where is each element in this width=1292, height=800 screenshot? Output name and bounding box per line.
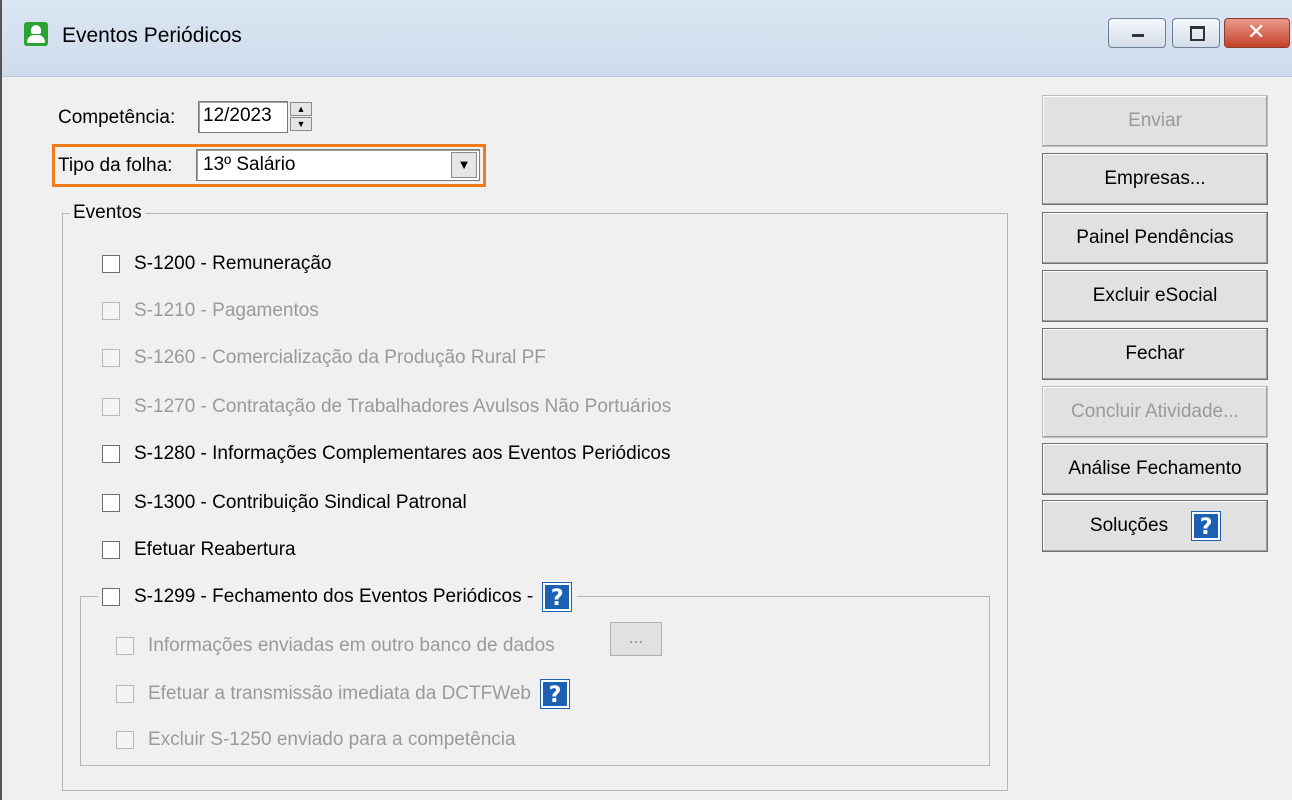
- help-icon: ?: [1191, 511, 1222, 541]
- checkbox-efetuar-reabertura[interactable]: Efetuar Reabertura: [102, 538, 296, 562]
- checkbox-s1280[interactable]: S-1280 - Informações Complementares aos …: [102, 442, 670, 466]
- checkbox-label: S-1300 - Contribuição Sindical Patronal: [134, 492, 467, 513]
- empresas-button[interactable]: Empresas...: [1042, 153, 1268, 205]
- checkbox-box: [102, 349, 120, 367]
- checkbox-box[interactable]: [102, 255, 120, 273]
- analise-fechamento-button[interactable]: Análise Fechamento: [1042, 443, 1268, 495]
- checkbox-label: S-1200 - Remuneração: [134, 253, 332, 274]
- eventos-caption: Eventos: [70, 202, 145, 224]
- checkbox-label: S-1260 - Comercialização da Produção Rur…: [134, 347, 546, 368]
- checkbox-label: Informações enviadas em outro banco de d…: [148, 635, 555, 656]
- app-person-icon: [24, 22, 48, 46]
- checkbox-label: Excluir S-1250 enviado para a competênci…: [148, 729, 516, 750]
- checkbox-s1260: S-1260 - Comercialização da Produção Rur…: [102, 346, 546, 370]
- spin-down-icon[interactable]: ▼: [290, 117, 312, 131]
- client-area: Competência: 12/2023 ▲ ▼ Tipo da folha: …: [2, 77, 1292, 800]
- checkbox-label: S-1280 - Informações Complementares aos …: [134, 443, 671, 464]
- checkbox-box[interactable]: [102, 445, 120, 463]
- checkbox-label: Efetuar a transmissão imediata da DCTFWe…: [148, 683, 531, 704]
- checkbox-label: Efetuar Reabertura: [134, 539, 296, 560]
- checkbox-box: [116, 637, 134, 655]
- checkbox-s1270: S-1270 - Contratação de Trabalhadores Av…: [102, 395, 671, 419]
- checkbox-dctfweb: Efetuar a transmissão imediata da DCTFWe…: [116, 679, 570, 709]
- tipo-folha-select[interactable]: 13º Salário ▼: [196, 149, 480, 181]
- window-title: Eventos Periódicos: [62, 24, 242, 47]
- minimize-button[interactable]: [1108, 18, 1166, 48]
- checkbox-box: [102, 302, 120, 320]
- checkbox-outro-banco: Informações enviadas em outro banco de d…: [116, 634, 555, 658]
- checkbox-excluir-s1250: Excluir S-1250 enviado para a competênci…: [116, 728, 516, 752]
- excluir-esocial-button[interactable]: Excluir eSocial: [1042, 270, 1268, 322]
- painel-pendencias-button[interactable]: Painel Pendências: [1042, 212, 1268, 264]
- help-icon[interactable]: ?: [542, 582, 573, 612]
- close-icon: ✕: [1247, 20, 1266, 45]
- enviar-button: Enviar: [1042, 95, 1268, 147]
- checkbox-label: S-1299 - Fechamento dos Eventos Periódic…: [134, 586, 534, 607]
- eventos-periodicos-window: Eventos Periódicos ✕ Competência: 12/202…: [0, 0, 1292, 800]
- checkbox-s1210: S-1210 - Pagamentos: [102, 299, 319, 323]
- checkbox-box[interactable]: [102, 494, 120, 512]
- tipo-folha-value: 13º Salário: [203, 154, 296, 175]
- solucoes-label: Soluções: [1089, 515, 1169, 536]
- chevron-down-icon[interactable]: ▼: [451, 152, 477, 178]
- fechar-button[interactable]: Fechar: [1042, 328, 1268, 380]
- checkbox-box[interactable]: [102, 541, 120, 559]
- checkbox-label: S-1210 - Pagamentos: [134, 300, 319, 321]
- checkbox-box: [102, 398, 120, 416]
- tipo-folha-label: Tipo da folha:: [58, 155, 173, 176]
- maximize-button[interactable]: [1172, 18, 1220, 48]
- solucoes-button[interactable]: Soluções ?: [1042, 500, 1268, 552]
- checkbox-box[interactable]: [102, 588, 120, 606]
- competencia-spinner[interactable]: ▲ ▼: [290, 102, 312, 132]
- minimize-icon: [1132, 34, 1144, 37]
- checkbox-box: [116, 731, 134, 749]
- browse-button[interactable]: ...: [610, 622, 662, 656]
- checkbox-s1200[interactable]: S-1200 - Remuneração: [102, 252, 332, 276]
- spin-up-icon[interactable]: ▲: [290, 102, 312, 116]
- close-button[interactable]: ✕: [1224, 18, 1290, 48]
- checkbox-s1299[interactable]: S-1299 - Fechamento dos Eventos Periódic…: [98, 582, 578, 612]
- checkbox-box: [116, 685, 134, 703]
- competencia-input[interactable]: 12/2023: [198, 101, 288, 133]
- competencia-label: Competência:: [58, 107, 176, 128]
- help-icon[interactable]: ?: [539, 679, 570, 709]
- maximize-icon: [1190, 26, 1205, 41]
- title-bar[interactable]: Eventos Periódicos ✕: [2, 0, 1292, 77]
- checkbox-label: S-1270 - Contratação de Trabalhadores Av…: [134, 396, 672, 417]
- checkbox-s1300[interactable]: S-1300 - Contribuição Sindical Patronal: [102, 491, 467, 515]
- concluir-atividade-button: Concluir Atividade...: [1042, 386, 1268, 438]
